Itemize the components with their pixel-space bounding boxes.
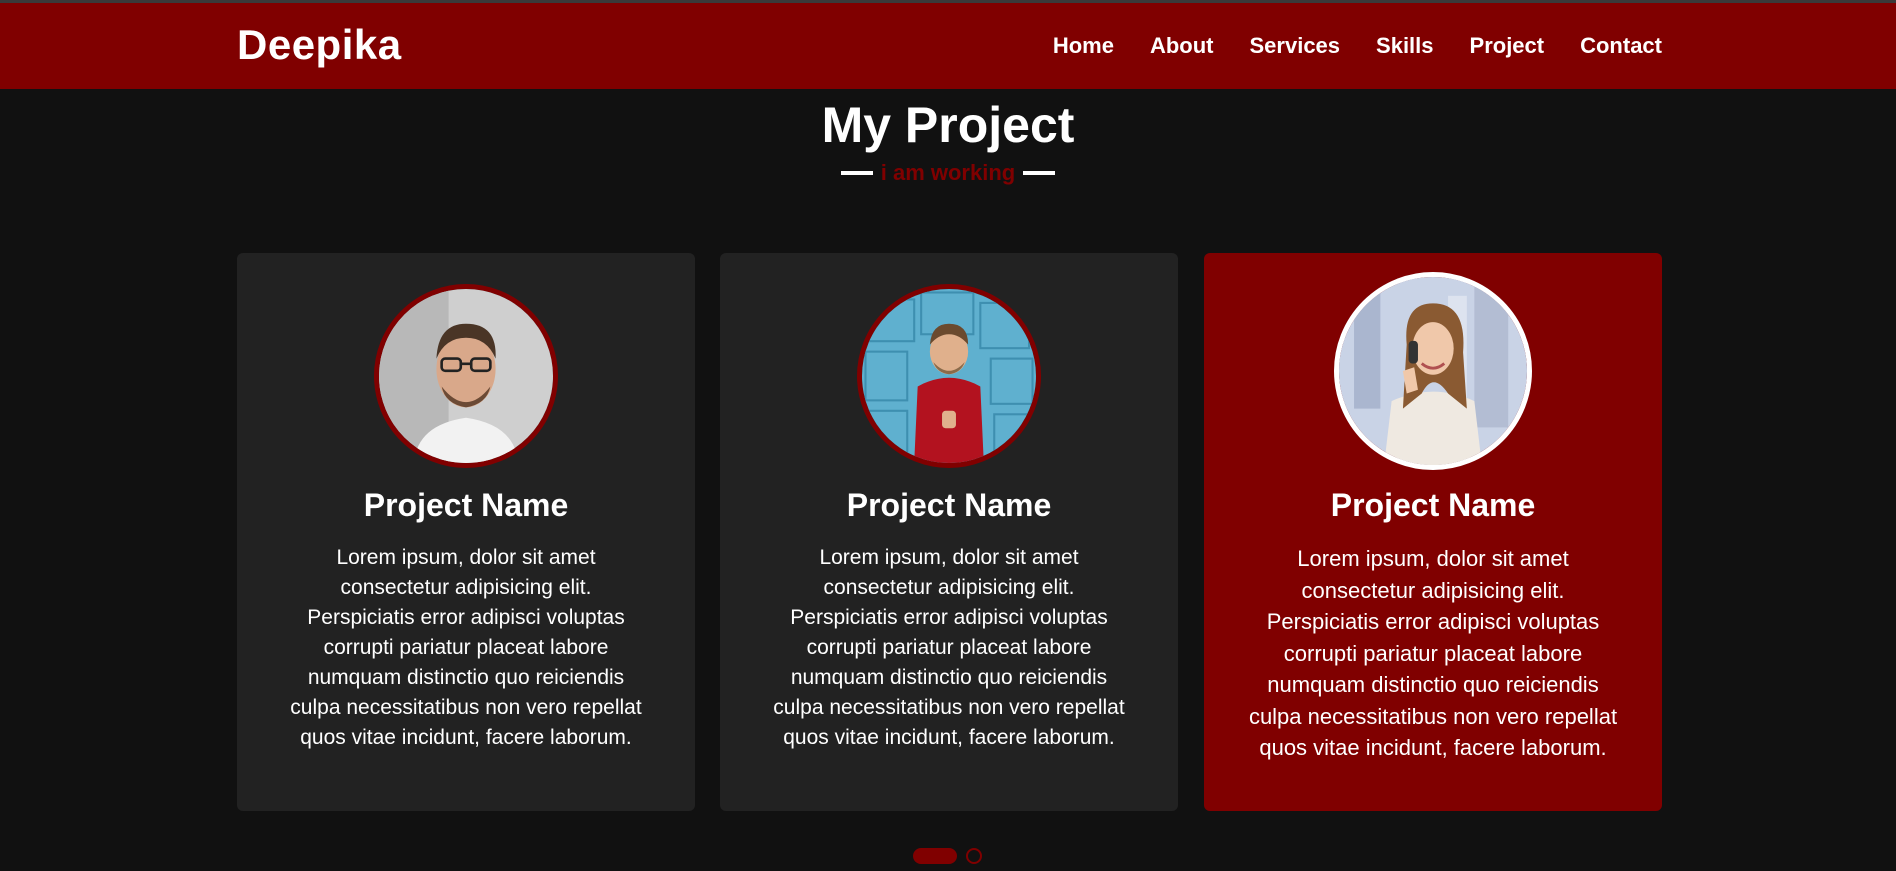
subtitle-left-dash bbox=[840, 171, 873, 175]
nav-skills-link[interactable]: Skills bbox=[1376, 33, 1433, 59]
carousel-pagination bbox=[913, 848, 982, 864]
project-name: Project Name bbox=[846, 487, 1052, 523]
project-card[interactable]: Project Name Lorem ipsum, dolor sit amet… bbox=[237, 253, 695, 811]
nav-contact-link[interactable]: Contact bbox=[1580, 33, 1662, 59]
project-name: Project Name bbox=[1330, 487, 1536, 523]
project-card-active[interactable]: Project Name Lorem ipsum, dolor sit amet… bbox=[1204, 253, 1662, 811]
man-red-sweater-photo bbox=[862, 289, 1036, 463]
navbar: Deepika Home About Services Skills Proje… bbox=[0, 3, 1896, 89]
nav-menu: Home About Services Skills Project Conta… bbox=[1053, 33, 1662, 59]
project-name: Project Name bbox=[363, 487, 569, 523]
carousel-dot-active[interactable] bbox=[913, 848, 957, 864]
project-avatar bbox=[857, 284, 1041, 468]
nav-services-link[interactable]: Services bbox=[1250, 33, 1341, 59]
brand-logo[interactable]: Deepika bbox=[237, 21, 402, 69]
nav-project-link[interactable]: Project bbox=[1470, 33, 1545, 59]
man-glasses-photo bbox=[379, 289, 553, 463]
nav-about-link[interactable]: About bbox=[1150, 33, 1214, 59]
section-title: My Project bbox=[821, 97, 1075, 153]
nav-home-link[interactable]: Home bbox=[1053, 33, 1114, 59]
project-description: Lorem ipsum, dolor sit amet consectetur … bbox=[1248, 546, 1618, 760]
woman-phone-photo bbox=[1339, 277, 1527, 465]
project-description: Lorem ipsum, dolor sit amet consectetur … bbox=[773, 546, 1125, 749]
project-description: Lorem ipsum, dolor sit amet consectetur … bbox=[290, 546, 642, 749]
subtitle-text: i am working bbox=[880, 160, 1016, 185]
project-card[interactable]: Project Name Lorem ipsum, dolor sit amet… bbox=[720, 253, 1178, 811]
section-subtitle: i am working bbox=[0, 160, 1896, 186]
project-avatar bbox=[374, 284, 558, 468]
project-avatar bbox=[1334, 272, 1532, 470]
carousel-dot[interactable] bbox=[966, 848, 982, 864]
subtitle-right-dash bbox=[1023, 171, 1056, 175]
